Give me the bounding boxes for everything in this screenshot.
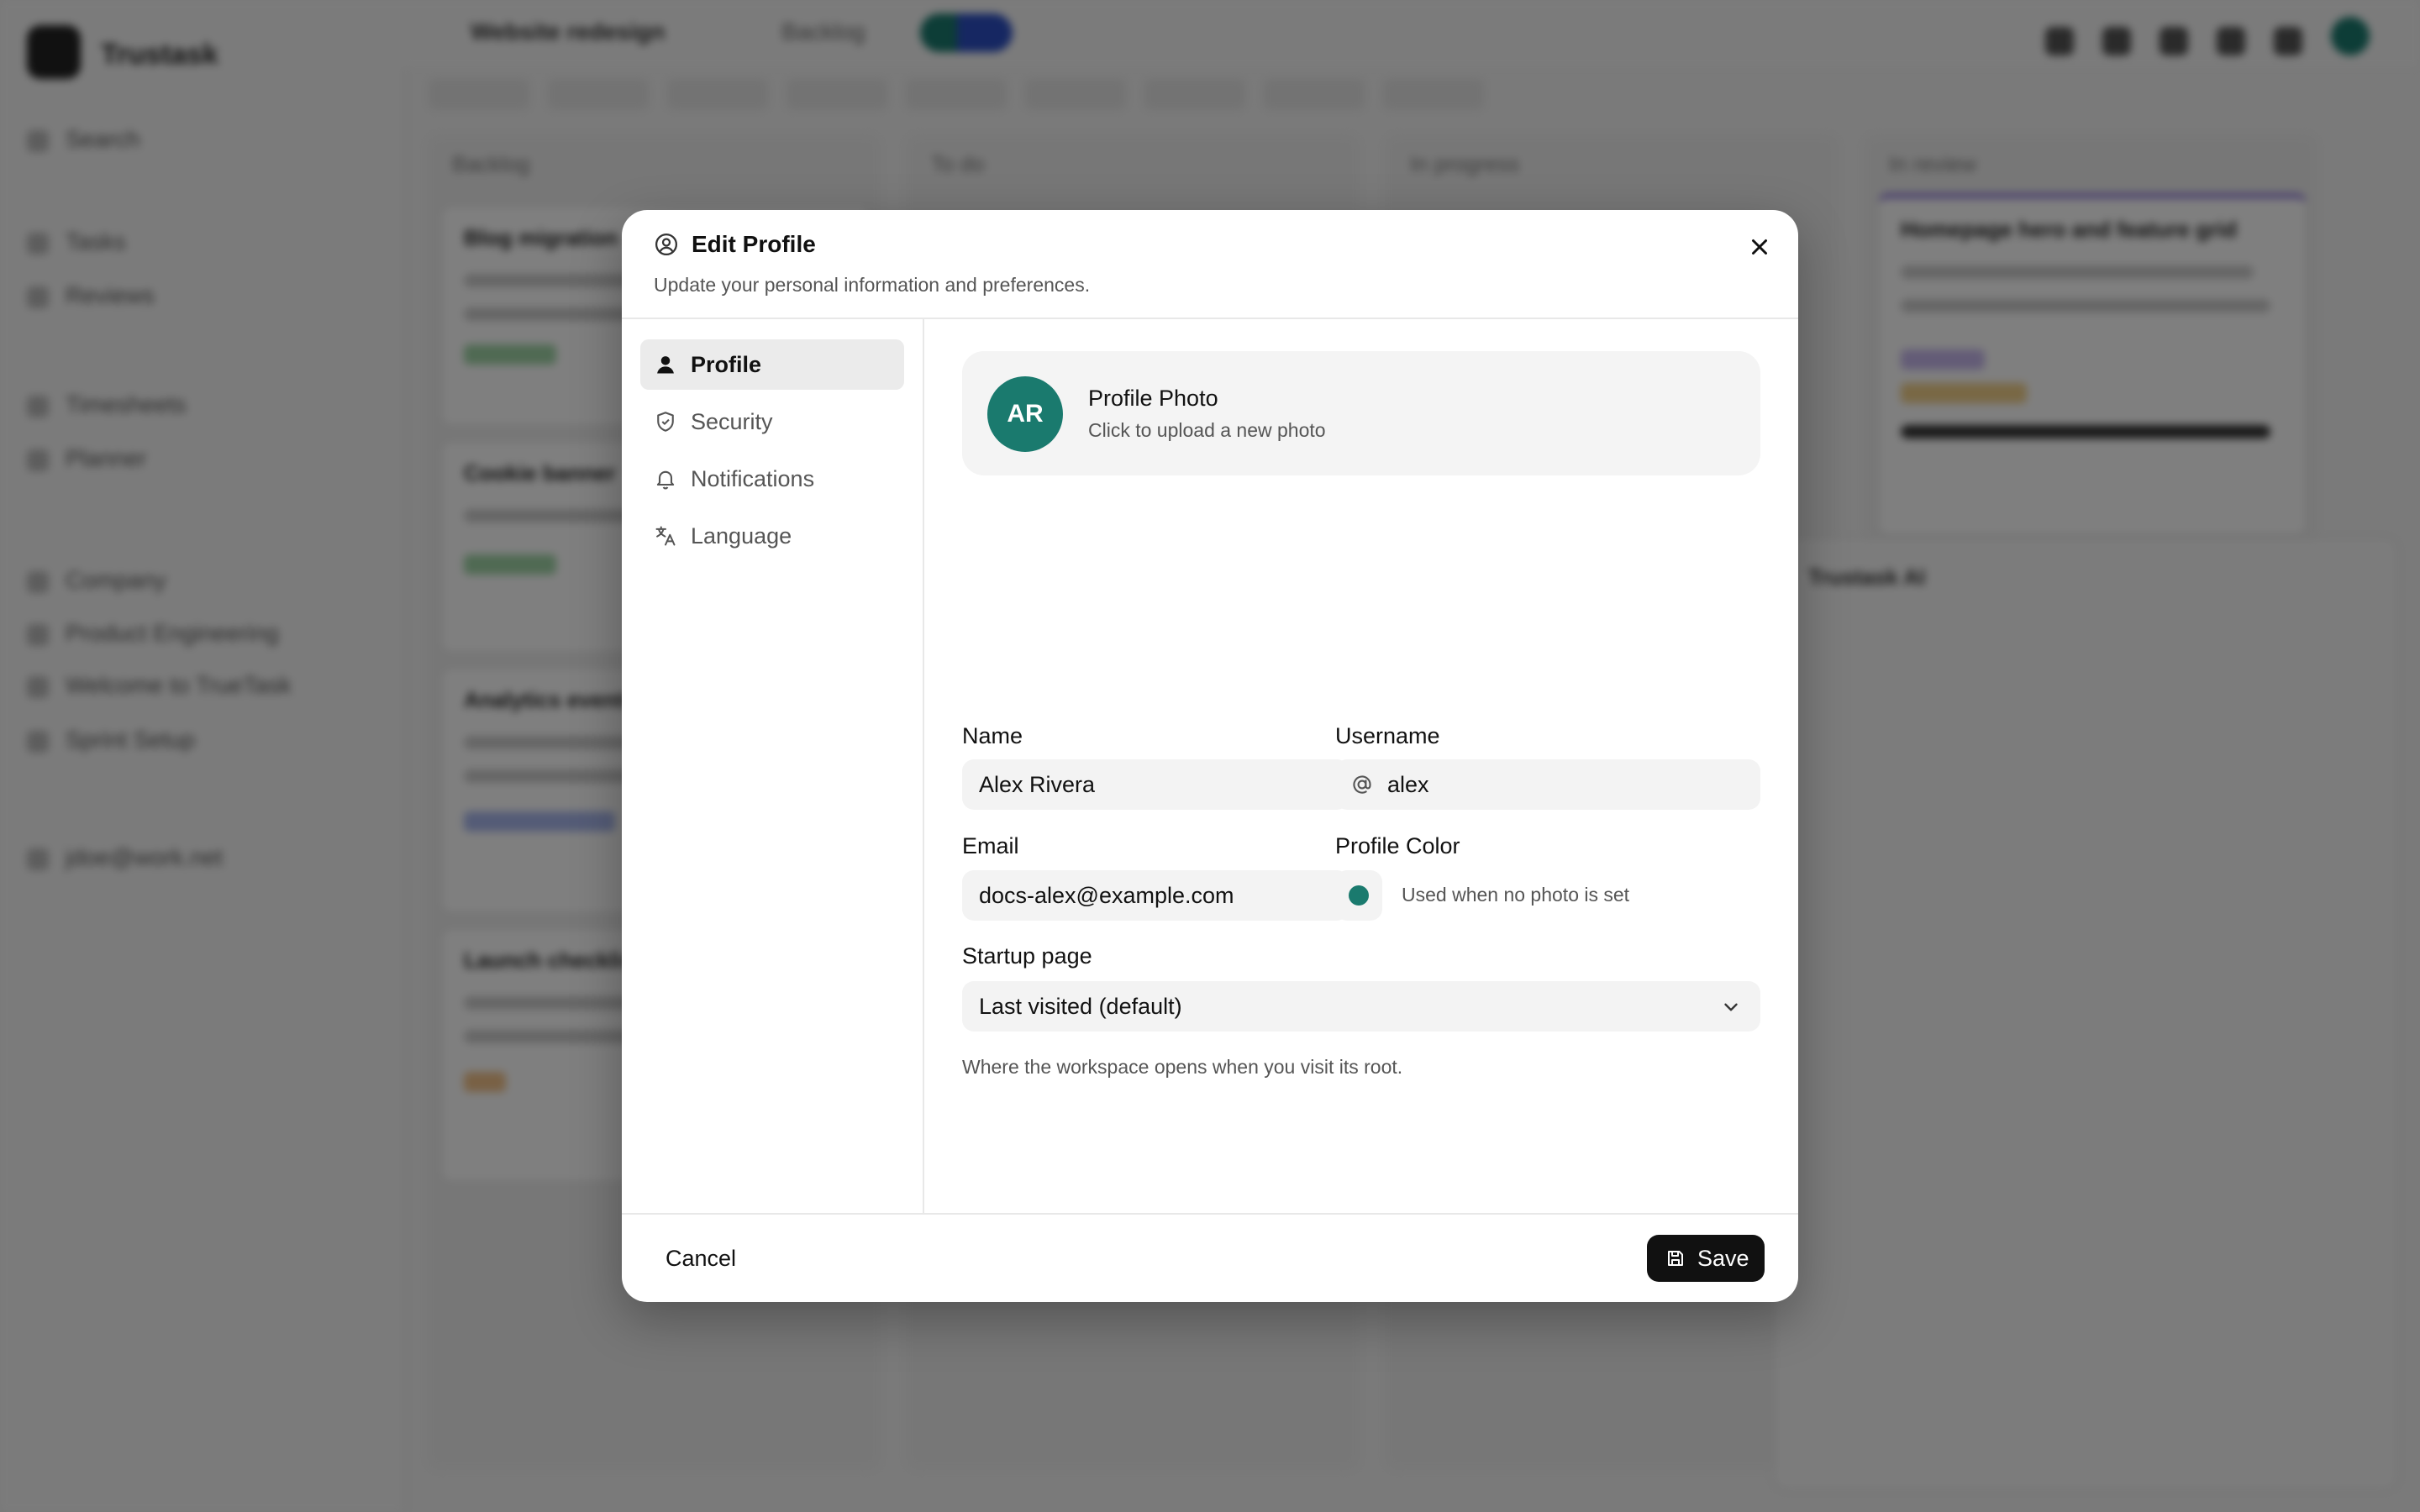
close-button[interactable] bbox=[1743, 230, 1776, 264]
profile-color-hint: Used when no photo is set bbox=[1402, 884, 1630, 906]
startup-page-label: Startup page bbox=[962, 943, 1092, 969]
name-field[interactable] bbox=[962, 759, 1349, 810]
nav-item-language[interactable]: Language bbox=[640, 511, 904, 561]
nav-item-profile[interactable]: Profile bbox=[640, 339, 904, 390]
profile-panel: AR Profile Photo Click to upload a new p… bbox=[924, 319, 1798, 1213]
user-icon bbox=[657, 356, 674, 374]
save-button-label: Save bbox=[1697, 1246, 1749, 1271]
bell-icon bbox=[656, 470, 675, 490]
color-swatch bbox=[1349, 885, 1369, 906]
cancel-button[interactable]: Cancel bbox=[647, 1235, 755, 1282]
save-button[interactable]: Save bbox=[1647, 1235, 1765, 1282]
dialog-footer: Cancel Save bbox=[622, 1213, 1798, 1302]
translate-icon bbox=[655, 526, 676, 546]
close-icon bbox=[1752, 239, 1767, 255]
nav-item-label: Profile bbox=[691, 352, 762, 377]
nav-item-security[interactable]: Security bbox=[640, 396, 904, 447]
startup-page-value: Last visited (default) bbox=[979, 994, 1182, 1019]
dialog-subtitle: Update your personal information and pre… bbox=[654, 274, 1091, 296]
username-field-wrapper bbox=[1335, 759, 1760, 810]
shield-icon bbox=[657, 412, 674, 432]
startup-page-select[interactable]: Last visited (default) bbox=[962, 981, 1760, 1032]
email-label: Email bbox=[962, 833, 1019, 858]
profile-photo-subtitle: Click to upload a new photo bbox=[1088, 419, 1326, 441]
nav-item-notifications[interactable]: Notifications bbox=[640, 454, 904, 504]
profile-photo-upload[interactable]: AR Profile Photo Click to upload a new p… bbox=[962, 351, 1760, 475]
save-icon bbox=[1668, 1251, 1683, 1266]
username-field[interactable] bbox=[1377, 759, 1747, 810]
nav-item-label: Notifications bbox=[691, 466, 815, 491]
settings-nav: Profile Security Notifications Language bbox=[622, 319, 924, 1213]
chevron-down-icon bbox=[1724, 1003, 1738, 1011]
profile-color-label: Profile Color bbox=[1335, 833, 1460, 858]
username-label: Username bbox=[1335, 723, 1440, 748]
dialog-header: Edit Profile Update your personal inform… bbox=[622, 210, 1798, 319]
nav-item-label: Language bbox=[691, 523, 792, 549]
at-sign-icon bbox=[1353, 775, 1371, 794]
avatar: AR bbox=[987, 376, 1063, 452]
profile-color-picker[interactable] bbox=[1335, 870, 1382, 921]
dialog-title: Edit Profile bbox=[692, 231, 816, 257]
user-circle-icon bbox=[655, 234, 677, 255]
nav-item-label: Security bbox=[691, 409, 773, 434]
name-label: Name bbox=[962, 723, 1023, 748]
profile-photo-title: Profile Photo bbox=[1088, 386, 1218, 411]
edit-profile-dialog: Edit Profile Update your personal inform… bbox=[622, 210, 1798, 1302]
startup-page-hint: Where the workspace opens when you visit… bbox=[962, 1056, 1403, 1078]
email-field[interactable] bbox=[962, 870, 1349, 921]
